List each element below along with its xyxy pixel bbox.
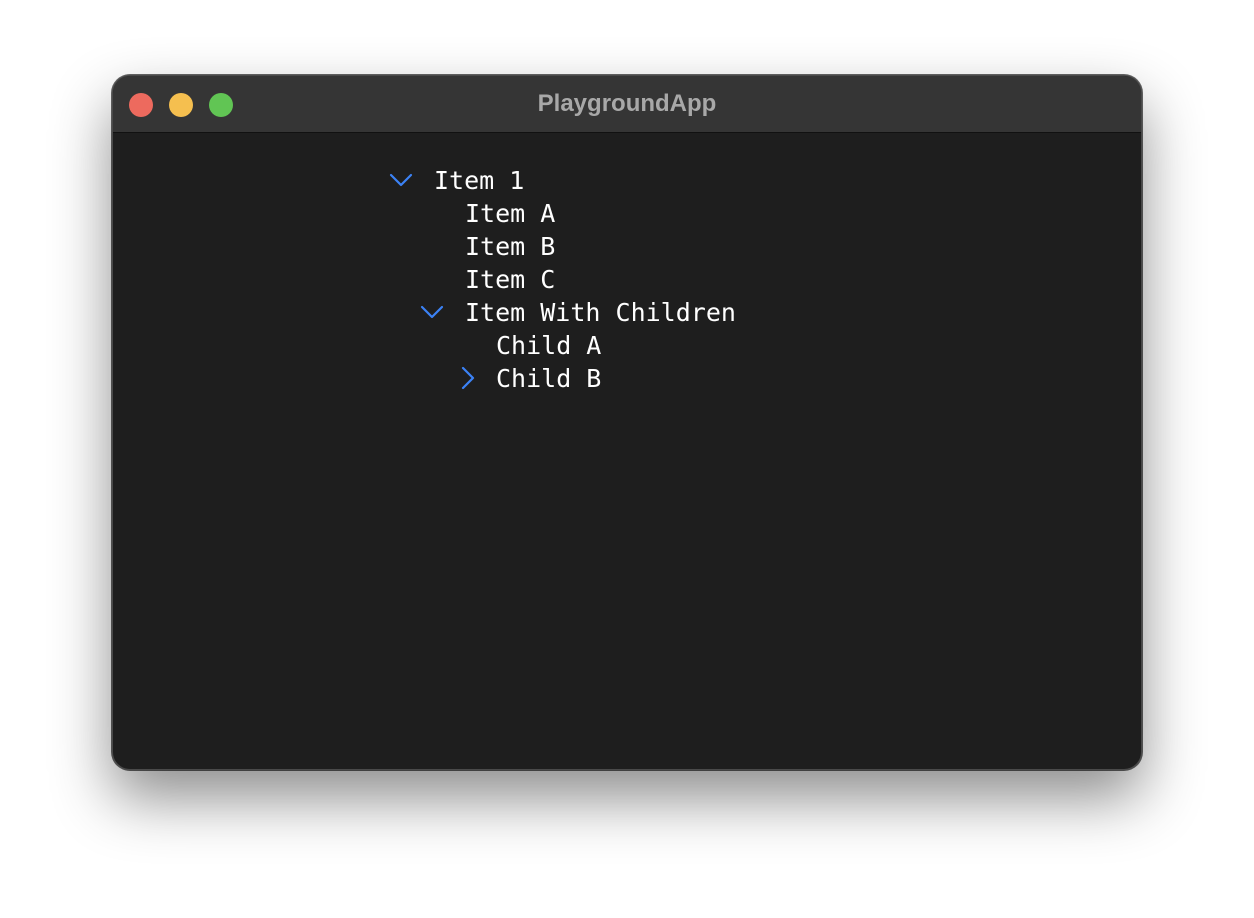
tree-row-item-c[interactable]: Item C (465, 263, 555, 296)
tree-row-label: Child B (496, 364, 602, 393)
tree-row-child-b[interactable]: Child B (456, 362, 601, 395)
tree-row-item-b[interactable]: Item B (465, 230, 555, 263)
outline-view: Item 1 Item A Item B Item C Item With Ch… (113, 133, 1141, 769)
tree-row-label: Item C (465, 265, 556, 294)
chevron-down-icon[interactable] (420, 300, 444, 324)
chevron-down-icon[interactable] (389, 168, 413, 192)
tree-row-label: Item With Children (465, 298, 736, 327)
app-window: PlaygroundApp Item 1 Item A Item B Item … (112, 75, 1142, 770)
window-title: PlaygroundApp (537, 90, 717, 117)
tree-row-label: Child A (496, 331, 602, 360)
tree-row-label: Item B (465, 232, 556, 261)
tree-row-item-with-children[interactable]: Item With Children (420, 296, 736, 329)
chevron-right-icon[interactable] (456, 366, 480, 390)
tree-row-item-a[interactable]: Item A (465, 197, 555, 230)
tree-row-item-1[interactable]: Item 1 (389, 164, 524, 197)
tree-row-child-a[interactable]: Child A (496, 329, 601, 362)
tree-row-label: Item 1 (434, 166, 525, 195)
tree-row-label: Item A (465, 199, 556, 228)
title-bar[interactable]: PlaygroundApp (113, 76, 1141, 133)
